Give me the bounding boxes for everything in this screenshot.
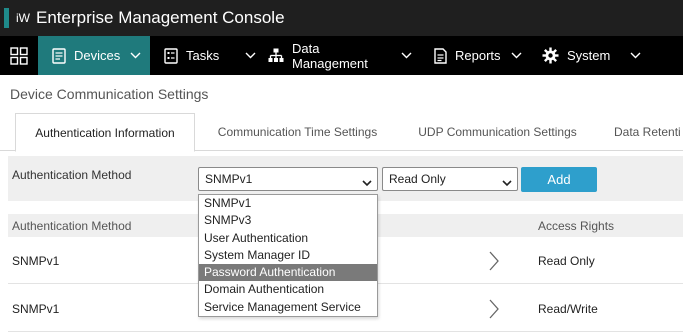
row-access: Read/Write [538,302,598,316]
app-title: Enterprise Management Console [36,8,285,27]
nav-tasks[interactable]: Tasks [150,36,256,75]
chevron-down-icon [130,52,141,59]
nav-reports[interactable]: Reports [422,36,532,75]
grid-icon [10,46,28,65]
nav-devices-label: Devices [74,48,121,63]
hierarchy-icon [268,48,284,63]
access-rights-value: Read Only [389,172,446,186]
dropdown-option-snmpv1[interactable]: SNMPv1 [199,195,377,212]
nav-reports-label: Reports [455,48,501,63]
title-bar: iW Enterprise Management Console [0,0,683,36]
chevron-down-icon [630,52,641,59]
app-grid-button[interactable] [0,36,38,75]
add-button[interactable]: Add [521,167,597,192]
row-method: SNMPv1 [12,254,60,268]
nav-system[interactable]: System [532,36,642,75]
nav-tasks-label: Tasks [186,48,220,63]
devices-icon [52,47,66,64]
dropdown-option-system-manager-id[interactable]: System Manager ID [199,247,377,264]
authentication-method-select[interactable]: SNMPv1 [198,167,378,191]
dropdown-option-user-authentication[interactable]: User Authentication [199,230,377,247]
tasks-icon [164,47,178,64]
nav-devices[interactable]: Devices [38,36,150,75]
chevron-down-icon [502,176,512,190]
chevron-right-icon[interactable] [488,298,500,320]
tab-data-retention[interactable]: Data Retenti [606,113,683,151]
nav-data-management[interactable]: Data Management [256,36,422,75]
authentication-method-label: Authentication Method [12,168,132,182]
access-rights-select[interactable]: Read Only [382,167,518,191]
tab-communication-time-settings[interactable]: Communication Time Settings [205,113,390,151]
chevron-down-icon [511,52,522,59]
page-title: Device Communication Settings [10,86,209,102]
main-nav: Devices Tasks Data Management Reports Sy… [0,36,683,75]
chevron-down-icon [362,176,372,190]
nav-data-management-label: Data Management [292,40,368,71]
dropdown-option-snmpv3[interactable]: SNMPv3 [199,212,377,229]
nav-system-label: System [567,48,611,63]
dropdown-option-password-authentication[interactable]: Password Authentication [199,264,377,282]
brand-accent [4,8,9,28]
chevron-down-icon [245,52,256,59]
authentication-method-value: SNMPv1 [205,172,253,186]
tab-udp-communication-settings[interactable]: UDP Communication Settings [400,113,595,151]
dropdown-option-service-management-service[interactable]: Service Management Service [199,299,377,316]
row-method: SNMPv1 [12,302,60,316]
chevron-down-icon [401,52,412,59]
authentication-method-dropdown: SNMPv1 SNMPv3 User Authentication System… [198,194,378,318]
app-logo: iW [16,11,30,25]
column-authentication-method: Authentication Method [12,219,132,233]
chevron-right-icon[interactable] [488,250,500,272]
gear-icon [542,47,559,64]
reports-icon [434,47,447,64]
dropdown-option-domain-authentication[interactable]: Domain Authentication [199,281,377,298]
column-access-rights: Access Rights [538,219,615,233]
tab-bar: Authentication Information Communication… [0,113,683,152]
row-access: Read Only [538,254,595,268]
tab-authentication-information[interactable]: Authentication Information [15,113,195,152]
